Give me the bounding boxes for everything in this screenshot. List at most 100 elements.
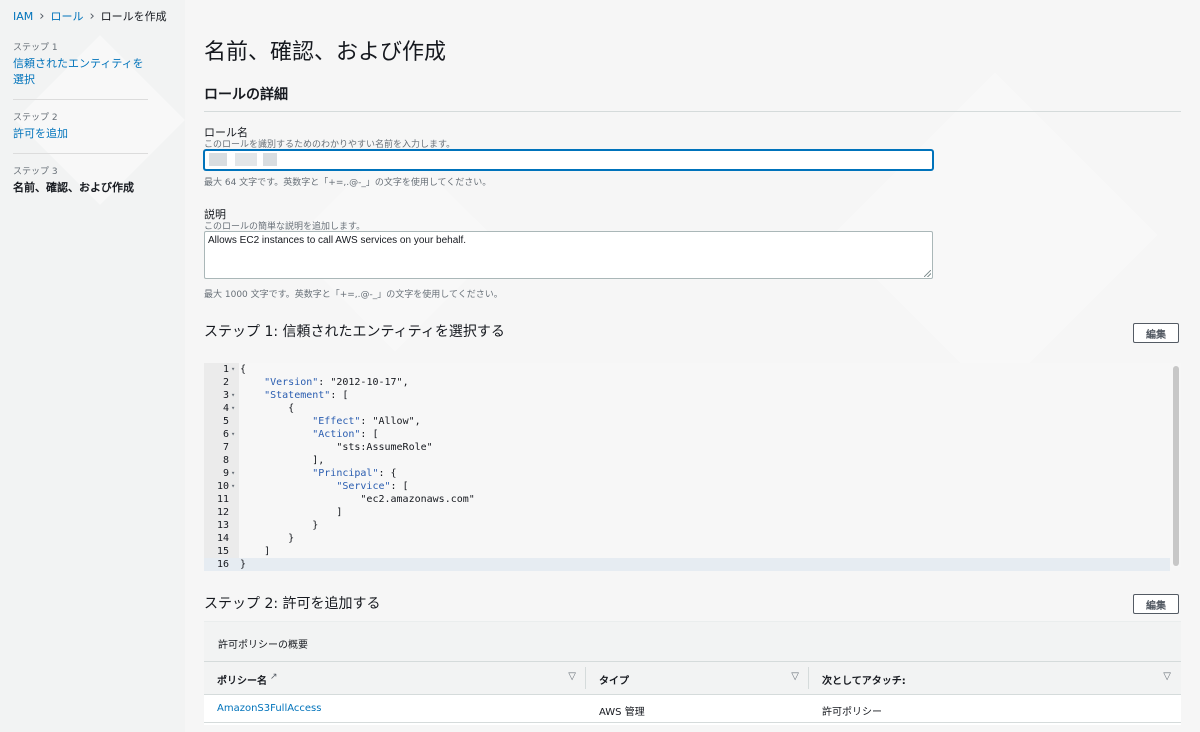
line-number: 16 [216, 559, 229, 570]
step-number: ステップ 1 [13, 43, 58, 53]
column-label: ポリシー名 [217, 676, 267, 687]
code-line[interactable]: 6 ▾ "Action": [ [204, 428, 1170, 441]
code-line[interactable]: 13 } [204, 519, 1170, 532]
description-value: Allows EC2 instances to call AWS service… [208, 235, 467, 246]
wizard-steps: ステップ 1 信頼されたエンティティを選択 ステップ 2 許可を追加 ステップ … [13, 40, 148, 217]
breadcrumb-current: ロールを作成 [100, 10, 167, 23]
redacted-text [209, 153, 227, 166]
code-text: } [240, 559, 247, 570]
editor-scrollbar[interactable] [1173, 366, 1179, 566]
line-number: 5 [222, 416, 229, 427]
column-header-attached-as[interactable]: 次としてアタッチ: ▽ [809, 661, 1181, 695]
fold-toggle-icon[interactable]: ▾ [231, 363, 235, 376]
line-number: 1 [222, 364, 229, 375]
line-number: 15 [216, 546, 229, 557]
line-number: 8 [222, 455, 229, 466]
code-line[interactable]: 14 } [204, 532, 1170, 545]
line-number: 11 [216, 494, 229, 505]
code-line[interactable]: 9 ▾ "Principal": { [204, 467, 1170, 480]
line-number: 6 [222, 429, 229, 440]
fold-toggle-icon[interactable]: ▾ [231, 467, 235, 480]
step-number: ステップ 3 [13, 167, 58, 177]
permissions-summary-header: 許可ポリシーの概要 [204, 621, 1181, 662]
role-name-input[interactable] [204, 150, 933, 170]
code-text: ] [240, 546, 271, 557]
sort-triangle-icon[interactable]: ▽ [1163, 671, 1171, 682]
code-line[interactable]: 1 ▾ { [204, 363, 1170, 376]
sort-triangle-icon[interactable]: ▽ [568, 671, 576, 682]
code-text: ], [240, 455, 325, 466]
column-label: タイプ [599, 676, 629, 687]
code-text: "Version": "2012-10-17", [264, 377, 409, 388]
line-number: 2 [222, 377, 229, 388]
line-number: 13 [216, 520, 229, 531]
role-name-hint: 最大 64 文字です。英数字と「+=,.@-_」の文字を使用してください。 [204, 178, 492, 188]
breadcrumb-iam-link[interactable]: IAM [13, 10, 33, 23]
line-number: 4 [222, 403, 229, 414]
sort-triangle-icon[interactable]: ▽ [791, 671, 799, 682]
code-line[interactable]: 4 ▾ { [204, 402, 1170, 415]
code-text: { [240, 403, 295, 414]
permissions-summary-title: 許可ポリシーの概要 [218, 640, 308, 651]
code-line[interactable]: 15 ] [204, 545, 1170, 558]
code-line[interactable]: 10 ▾ "Service": [ [204, 480, 1170, 493]
code-line[interactable]: 7 "sts:AssumeRole" [204, 441, 1170, 454]
wizard-step-1: ステップ 1 信頼されたエンティティを選択 [13, 40, 148, 100]
code-line[interactable]: 3 ▾ "Statement": [ [204, 389, 1170, 402]
code-text: } [240, 533, 295, 544]
redacted-text [235, 153, 257, 166]
code-text: "Effect": "Allow", [312, 416, 421, 427]
code-line[interactable]: 12 ] [204, 506, 1170, 519]
line-number: 9 [222, 468, 229, 479]
fold-toggle-icon[interactable]: ▾ [231, 389, 235, 402]
step-link-select-entity[interactable]: 信頼されたエンティティを選択 [13, 55, 148, 87]
code-text: "Action": [ [312, 429, 379, 440]
description-hint: 最大 1000 文字です。英数字と「+=,.@-_」の文字を使用してください。 [204, 290, 503, 300]
step-link-add-permissions[interactable]: 許可を追加 [13, 125, 148, 141]
code-line[interactable]: 5 "Effect": "Allow", [204, 415, 1170, 428]
step2-edit-button[interactable]: 編集 [1133, 594, 1179, 614]
wizard-step-2: ステップ 2 許可を追加 [13, 110, 148, 154]
code-line[interactable]: 11 "ec2.amazonaws.com" [204, 493, 1170, 506]
description-textarea[interactable]: Allows EC2 instances to call AWS service… [204, 231, 933, 279]
code-text: "Principal": { [312, 468, 397, 479]
policy-name-link[interactable]: AmazonS3FullAccess [217, 703, 321, 714]
code-line[interactable]: 8 ], [204, 454, 1170, 467]
code-line[interactable]: 2 "Version": "2012-10-17", [204, 376, 1170, 389]
fold-toggle-icon[interactable]: ▾ [231, 402, 235, 415]
permissions-summary-panel: 許可ポリシーの概要 ポリシー名 ↗ ▽ タイプ ▽ 次としてアタッチ: ▽ Am… [204, 621, 1181, 725]
page-title: 名前、確認、および作成 [204, 40, 447, 65]
breadcrumb: IAM › ロール › ロールを作成 [13, 8, 167, 24]
code-text: ] [240, 507, 343, 518]
redacted-text [263, 153, 277, 166]
line-number: 12 [216, 507, 229, 518]
fold-toggle-icon[interactable]: ▾ [231, 428, 235, 441]
fold-toggle-icon[interactable]: ▾ [231, 480, 235, 493]
code-text: } [240, 520, 319, 531]
line-number: 14 [216, 533, 229, 544]
resize-handle-icon[interactable] [924, 270, 931, 277]
role-name-description: このロールを識別するためのわかりやすい名前を入力します。 [204, 140, 456, 150]
divider [204, 111, 1181, 112]
code-text: "ec2.amazonaws.com" [240, 494, 475, 505]
step1-edit-button[interactable]: 編集 [1133, 323, 1179, 343]
line-number: 10 [216, 481, 229, 492]
policy-type-cell: AWS 管理 [599, 707, 645, 718]
external-link-icon: ↗ [270, 672, 278, 682]
row-divider [204, 722, 1181, 723]
chevron-right-icon: › [89, 8, 95, 24]
code-text: "Service": [ [336, 481, 409, 492]
step-number: ステップ 2 [13, 113, 58, 123]
code-text: { [240, 364, 247, 375]
step-current-review: 名前、確認、および作成 [13, 181, 134, 194]
column-header-policy-name[interactable]: ポリシー名 ↗ ▽ [204, 661, 586, 695]
column-header-type[interactable]: タイプ ▽ [586, 661, 809, 695]
breadcrumb-roles-link[interactable]: ロール [50, 8, 83, 24]
column-label: 次としてアタッチ: [822, 676, 906, 687]
code-text: "sts:AssumeRole" [240, 442, 433, 453]
line-number: 7 [222, 442, 229, 453]
step2-heading: ステップ 2: 許可を追加する [204, 596, 381, 612]
line-number: 3 [222, 390, 229, 401]
trust-policy-editor[interactable]: 1 ▾{2 "Version": "2012-10-17", 3 ▾ "Stateme… [204, 363, 1181, 571]
code-line[interactable]: 16} [204, 558, 1170, 571]
